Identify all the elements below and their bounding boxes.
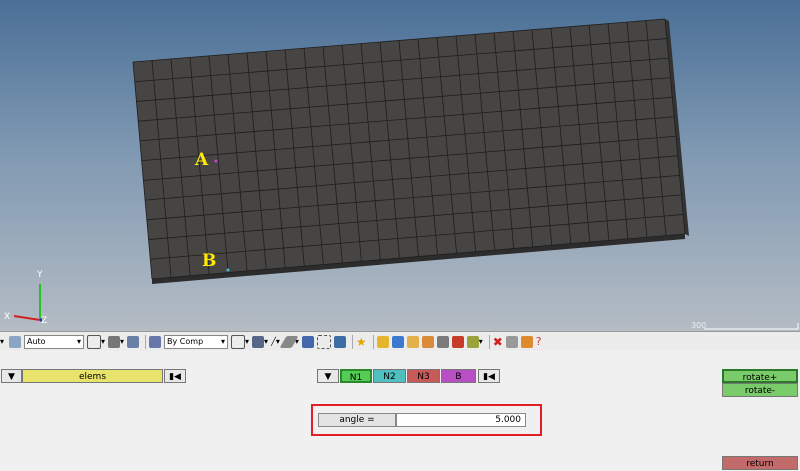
node-n2-button[interactable]: N2 — [373, 369, 406, 383]
toolbar-separator — [351, 334, 353, 349]
property-icon[interactable] — [421, 334, 434, 349]
color-mode-icon[interactable] — [149, 334, 162, 349]
plane-icon[interactable]: ▾ — [279, 334, 299, 349]
color-mode-select[interactable]: By Comp ▾ — [164, 334, 229, 349]
chevron-down-icon: ▾ — [221, 337, 226, 346]
rotate-minus-button[interactable]: rotate- — [722, 383, 798, 397]
return-button[interactable]: return — [722, 456, 798, 470]
reset-nodes-button[interactable]: ▮◀ — [478, 369, 500, 383]
point-label-b: B — [202, 251, 217, 271]
node-marker — [214, 159, 218, 163]
surface-icon[interactable]: ▾ — [108, 334, 124, 349]
folder-icon[interactable] — [406, 334, 419, 349]
star-icon[interactable]: ★ — [356, 334, 367, 349]
elems-selector[interactable]: elems — [22, 369, 163, 383]
layer-icon[interactable] — [301, 334, 314, 349]
angle-input[interactable]: 5.000 — [396, 413, 526, 427]
rotate-panel: ▼ elems ▮◀ ▼ N1 N2 N3 B ▮◀ angle = 5.000… — [0, 351, 800, 471]
toolbar-separator — [488, 334, 490, 349]
triad-x-label: X — [4, 312, 11, 322]
chevron-down-icon: ▾ — [76, 337, 81, 346]
scale-bar — [704, 323, 799, 330]
help-icon[interactable]: ? — [536, 334, 542, 349]
shaded-icon[interactable]: ▾ — [252, 334, 268, 349]
monitor-icon[interactable] — [333, 334, 346, 349]
rotate-plus-button[interactable]: rotate+ — [722, 369, 798, 383]
toolbar-separator — [372, 334, 374, 349]
triad-y-label: Y — [37, 270, 43, 280]
tag-icon[interactable]: ▾ — [466, 334, 483, 349]
angle-label-button[interactable]: angle = — [318, 413, 396, 427]
visualization-toolbar: ▾ Auto ▾ ▾ ▾ By Comp ▾ ▾ ▾ ╱▾ ▾ ★ ▾ ✖ ? — [0, 331, 800, 352]
curve-icon[interactable]: ▾ — [87, 334, 105, 349]
node-n3-button[interactable]: N3 — [407, 369, 440, 383]
mesh-plate[interactable] — [0, 0, 800, 331]
reset-selection-button[interactable]: ▮◀ — [164, 369, 186, 383]
toolbar-arrow-icon[interactable]: ▾ — [0, 334, 6, 349]
toolbar-separator — [145, 334, 147, 349]
triad-z-label: Z — [41, 316, 48, 326]
node-marker — [226, 268, 230, 272]
mask-icon[interactable] — [505, 334, 518, 349]
entity-type-dropdown[interactable]: ▼ — [1, 369, 22, 383]
assembly-icon[interactable] — [391, 334, 404, 349]
find-icon[interactable] — [520, 334, 533, 349]
material-icon[interactable] — [436, 334, 449, 349]
node-method-dropdown[interactable]: ▼ — [317, 369, 339, 383]
node-n1-button[interactable]: N1 — [340, 369, 372, 383]
node-icon[interactable] — [316, 334, 331, 349]
angle-highlight-box: angle = 5.000 — [311, 404, 542, 436]
display-mode-icon[interactable] — [9, 334, 21, 349]
cube-icon[interactable] — [127, 334, 140, 349]
node-b-button[interactable]: B — [441, 369, 476, 383]
delete-icon[interactable]: ✖ — [493, 334, 503, 349]
wireframe-icon[interactable]: ▾ — [231, 334, 249, 349]
graphics-viewport[interactable]: A B Y X Z 300 — [0, 0, 800, 331]
load-icon[interactable] — [451, 334, 464, 349]
point-label-a: A — [195, 150, 209, 170]
display-mode-select[interactable]: Auto ▾ — [24, 334, 84, 349]
component-icon[interactable] — [376, 334, 389, 349]
line-icon[interactable]: ╱▾ — [271, 334, 280, 349]
